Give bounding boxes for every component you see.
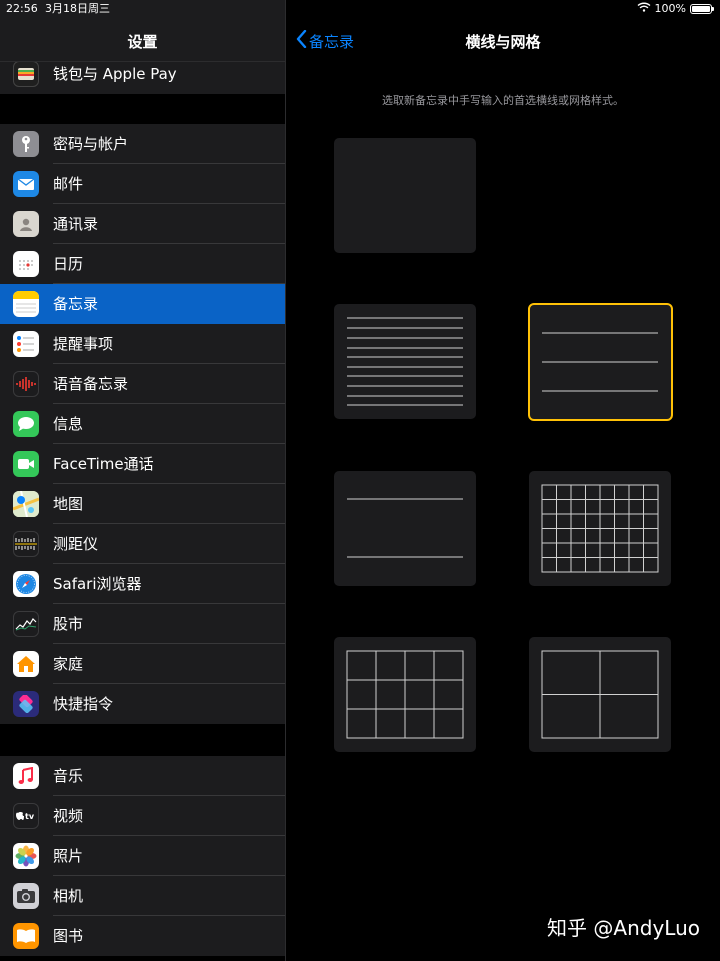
camera-icon xyxy=(13,883,39,909)
small-lines-pattern xyxy=(347,317,463,406)
medium-grid-pattern xyxy=(346,650,464,739)
sidebar-item-safari[interactable]: Safari浏览器 xyxy=(0,564,285,604)
sidebar-item-camera[interactable]: 相机 xyxy=(0,876,285,916)
medium-grid-option[interactable] xyxy=(334,637,476,752)
battery-percent: 100% xyxy=(654,2,686,15)
sidebar-item-label: 快捷指令 xyxy=(53,695,114,713)
safari-icon xyxy=(13,571,39,597)
sidebar-item-books[interactable]: 图书 xyxy=(0,916,285,956)
sidebar-item-stocks[interactable]: 股市 xyxy=(0,604,285,644)
maps-icon xyxy=(13,491,39,517)
sidebar-item-label: 备忘录 xyxy=(53,295,99,313)
sidebar-item-label: 邮件 xyxy=(53,175,84,193)
messages-icon xyxy=(13,411,39,437)
sidebar-item-tv[interactable]: tv 视频 xyxy=(0,796,285,836)
small-grid-option[interactable] xyxy=(529,471,671,586)
small-lines-option[interactable] xyxy=(334,304,476,419)
voice-memos-icon xyxy=(13,371,39,397)
sidebar-item-label: 测距仪 xyxy=(53,535,99,553)
sidebar-item-notes[interactable]: 备忘录 xyxy=(0,284,285,324)
sidebar-item-home[interactable]: 家庭 xyxy=(0,644,285,684)
mail-icon xyxy=(13,171,39,197)
sidebar-item-shortcuts[interactable]: 快捷指令 xyxy=(0,684,285,724)
large-grid-option[interactable] xyxy=(529,637,671,752)
sidebar-item-label: 照片 xyxy=(53,847,84,865)
sidebar-group-apps: 密码与帐户 邮件 通讯录 日历 备忘录 提醒事项 语音备忘录 信息 FaceTi… xyxy=(0,124,285,724)
sidebar-item-voice-memos[interactable]: 语音备忘录 xyxy=(0,364,285,404)
small-grid-pattern xyxy=(541,484,659,573)
sidebar-item-calendar[interactable]: 日历 xyxy=(0,244,285,284)
sidebar-item-label: 提醒事项 xyxy=(53,335,114,353)
sidebar-item-contacts[interactable]: 通讯录 xyxy=(0,204,285,244)
sidebar-item-label: 视频 xyxy=(53,807,84,825)
settings-sidebar: 设置 钱包与 Apple Pay 密码与帐户 xyxy=(0,0,285,961)
wifi-icon xyxy=(637,0,651,18)
sidebar-item-facetime[interactable]: FaceTime通话 xyxy=(0,444,285,484)
sidebar-item-photos[interactable]: 照片 xyxy=(0,836,285,876)
wallet-icon xyxy=(13,61,39,87)
hint-text: 选取新备忘录中手写输入的首选横线或网格样式。 xyxy=(382,94,624,107)
sidebar-item-maps[interactable]: 地图 xyxy=(0,484,285,524)
sidebar-title: 设置 xyxy=(127,33,158,51)
sidebar-item-label: 股市 xyxy=(53,615,84,633)
shortcuts-icon xyxy=(13,691,39,717)
sidebar-item-label: 密码与帐户 xyxy=(53,135,129,153)
status-bar: 22:56 3月18日周三 100% xyxy=(0,0,720,18)
sidebar-item-measure[interactable]: 测距仪 xyxy=(0,524,285,564)
sidebar-item-label: 相机 xyxy=(53,887,84,905)
sidebar-item-label: 图书 xyxy=(53,927,84,945)
sidebar-group-media: 音乐 tv 视频 照片 相机 图书 xyxy=(0,756,285,956)
blank-option[interactable] xyxy=(334,138,476,253)
status-date: 3月18日周三 xyxy=(45,2,110,15)
tv-icon: tv xyxy=(13,803,39,829)
sidebar-item-messages[interactable]: 信息 xyxy=(0,404,285,444)
watermark: 知乎 @AndyLuo xyxy=(547,916,700,940)
sidebar-item-label: Safari浏览器 xyxy=(53,575,142,593)
sidebar-item-label: 日历 xyxy=(53,255,84,273)
sidebar-item-label: 音乐 xyxy=(53,767,84,785)
sidebar-item-label: 家庭 xyxy=(53,655,84,673)
home-icon xyxy=(13,651,39,677)
medium-lines-option[interactable] xyxy=(528,303,673,421)
calendar-icon xyxy=(13,251,39,277)
photos-icon xyxy=(13,843,39,869)
large-grid-pattern xyxy=(541,650,659,739)
svg-text:tv: tv xyxy=(25,812,35,821)
reminders-icon xyxy=(13,331,39,357)
sidebar-item-label: 信息 xyxy=(53,415,84,433)
battery-icon xyxy=(690,4,714,14)
sidebar-item-mail[interactable]: 邮件 xyxy=(0,164,285,204)
sidebar-item-label: 通讯录 xyxy=(53,215,99,233)
music-icon xyxy=(13,763,39,789)
sidebar-item-label: 语音备忘录 xyxy=(53,375,129,393)
sidebar-item-label: FaceTime通话 xyxy=(53,455,154,473)
large-lines-pattern xyxy=(347,498,463,558)
screen: 设置 钱包与 Apple Pay 密码与帐户 xyxy=(0,0,720,961)
key-icon xyxy=(13,131,39,157)
contacts-icon xyxy=(13,211,39,237)
measure-icon xyxy=(13,531,39,557)
status-right: 100% xyxy=(637,0,714,18)
lines-grids-detail: 备忘录 横线与网格 选取新备忘录中手写输入的首选横线或网格样式。 知乎 @And… xyxy=(286,0,720,961)
sidebar-item-music[interactable]: 音乐 xyxy=(0,756,285,796)
page-title: 横线与网格 xyxy=(465,33,541,51)
large-lines-option[interactable] xyxy=(334,471,476,586)
sidebar-item-passwords[interactable]: 密码与帐户 xyxy=(0,124,285,164)
facetime-icon xyxy=(13,451,39,477)
sidebar-item-label: 地图 xyxy=(53,495,84,513)
notes-icon xyxy=(13,291,39,317)
stocks-icon xyxy=(13,611,39,637)
medium-lines-pattern xyxy=(542,332,658,392)
status-time: 22:56 xyxy=(6,2,38,15)
sidebar-item-reminders[interactable]: 提醒事项 xyxy=(0,324,285,364)
books-icon xyxy=(13,923,39,949)
